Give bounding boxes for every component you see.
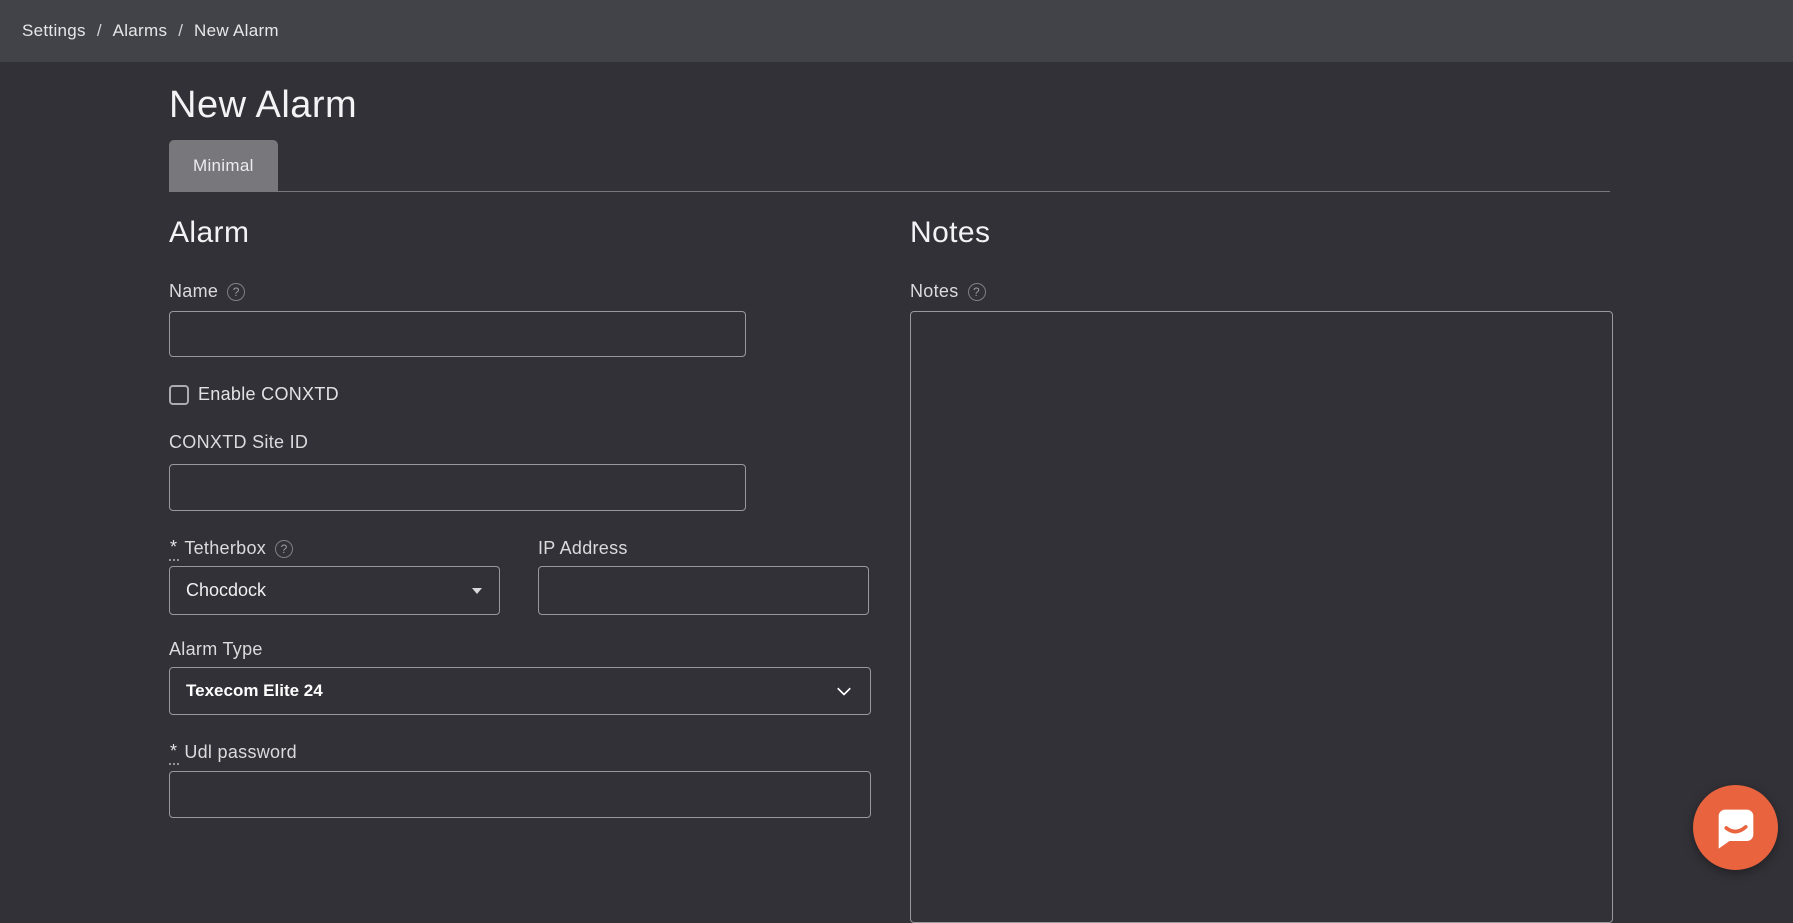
breadcrumb-alarms[interactable]: Alarms: [113, 21, 168, 41]
enable-conxtd-checkbox[interactable]: [169, 385, 189, 405]
name-input[interactable]: [169, 311, 746, 357]
tetherbox-select[interactable]: Chocdock: [169, 566, 500, 615]
chevron-down-icon: [837, 682, 851, 696]
alarm-section: Alarm Name ? Enable CONXTD CONXTD Site I…: [169, 192, 871, 923]
conxtd-site-id-label: CONXTD Site ID: [169, 432, 871, 453]
chat-bubble-icon: [1710, 802, 1762, 854]
udl-password-label: * Udl password: [169, 742, 871, 763]
breadcrumb-separator: /: [178, 21, 183, 41]
required-asterisk: *: [169, 741, 179, 765]
intercom-chat-button[interactable]: [1693, 785, 1778, 870]
tab-bar: Minimal: [169, 140, 1610, 192]
udl-password-input[interactable]: [169, 771, 871, 818]
alarm-section-heading: Alarm: [169, 216, 871, 250]
enable-conxtd-row: Enable CONXTD: [169, 384, 871, 405]
alarm-type-selected-value: Texecom Elite 24: [186, 681, 323, 701]
tetherbox-help-icon[interactable]: ?: [275, 540, 293, 558]
notes-help-icon[interactable]: ?: [968, 283, 986, 301]
ip-address-group: IP Address: [538, 511, 869, 615]
name-help-icon[interactable]: ?: [227, 283, 245, 301]
breadcrumb: Settings / Alarms / New Alarm: [0, 0, 1793, 62]
dropdown-caret-icon: [472, 588, 482, 594]
notes-section: Notes Notes ?: [910, 192, 1613, 923]
conxtd-site-id-input[interactable]: [169, 464, 746, 511]
alarm-type-select[interactable]: Texecom Elite 24: [169, 667, 871, 715]
breadcrumb-settings[interactable]: Settings: [22, 21, 86, 41]
tetherbox-group: * Tetherbox ? Chocdock: [169, 511, 500, 615]
required-asterisk: *: [169, 537, 179, 561]
notes-textarea[interactable]: [910, 311, 1613, 923]
notes-section-heading: Notes: [910, 216, 1613, 250]
name-label: Name ?: [169, 281, 871, 302]
alarm-type-label: Alarm Type: [169, 639, 871, 660]
breadcrumb-separator: /: [97, 21, 102, 41]
tetherbox-label: * Tetherbox ?: [169, 538, 500, 559]
notes-label: Notes ?: [910, 281, 1613, 302]
breadcrumb-new-alarm: New Alarm: [194, 21, 279, 41]
page-title: New Alarm: [169, 84, 1613, 127]
main-content: New Alarm Minimal Alarm Name ? Enable CO…: [169, 62, 1613, 923]
ip-address-input[interactable]: [538, 566, 869, 615]
tab-minimal[interactable]: Minimal: [169, 140, 278, 191]
enable-conxtd-label: Enable CONXTD: [198, 384, 339, 405]
ip-address-label: IP Address: [538, 538, 869, 559]
tetherbox-selected-value: Chocdock: [186, 580, 266, 601]
